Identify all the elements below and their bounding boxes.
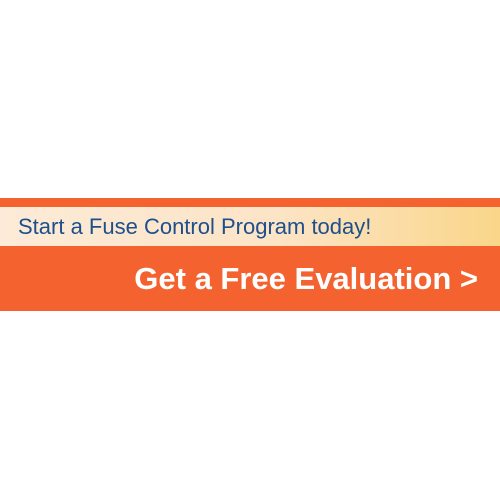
free-evaluation-link[interactable]: Get a Free Evaluation > [134,256,478,302]
tagline-text: Start a Fuse Control Program today! [18,214,372,239]
page: Start a Fuse Control Program today! Get … [0,0,500,500]
promo-banner[interactable]: Start a Fuse Control Program today! Get … [0,198,500,311]
tagline-strip: Start a Fuse Control Program today! [0,207,500,246]
